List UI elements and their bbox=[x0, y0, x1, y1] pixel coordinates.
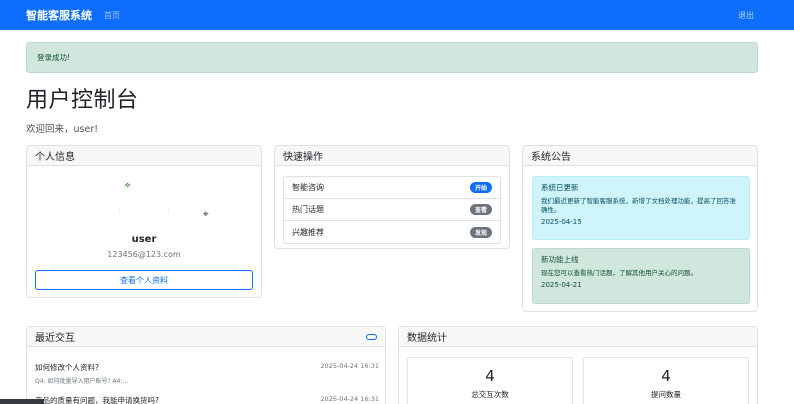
announcement-body: 我们最近更新了智能客服系统，新增了文档处理功能，提高了回答准确性。 bbox=[541, 197, 736, 214]
list-item[interactable]: 商品的质量有问题，我能申请换货吗? 2025-04-24 16:31 bbox=[35, 395, 379, 404]
mouse-cursor-icon: ⌖ bbox=[203, 209, 209, 220]
broken-image-icon bbox=[118, 182, 170, 214]
quick-item-smart-consult[interactable]: 智能咨询 开始 bbox=[284, 177, 500, 199]
announcement-title: 新功能上线 bbox=[541, 255, 579, 264]
recent-answer: Q4: 如何批量导入用户账号? A4:... bbox=[35, 378, 129, 385]
announcement-title: 系统已更新 bbox=[541, 183, 579, 192]
quick-item-hot-topics[interactable]: 热门话题 查看 bbox=[284, 199, 500, 221]
recent-interactions-header: 最近交互 bbox=[27, 327, 385, 347]
announcement-date: 2025-04-21 bbox=[541, 281, 582, 289]
view-profile-button[interactable]: 查看个人资料 bbox=[35, 270, 253, 290]
top-navbar: 智能客服系统 首页 退出 bbox=[0, 0, 794, 30]
profile-username: user bbox=[131, 234, 157, 245]
recent-time: 2025-04-24 16:31 bbox=[320, 395, 379, 403]
announcement-item: 新功能上线 现在您可以查看热门话题，了解其他用户关心的问题。 2025-04-2… bbox=[532, 248, 750, 304]
quick-item-label: 智能咨询 bbox=[292, 183, 324, 192]
quick-actions-list: 智能咨询 开始 热门话题 查看 兴趣推荐 发现 bbox=[283, 176, 501, 244]
collapse-toggle-icon[interactable] bbox=[366, 333, 377, 340]
brand-link[interactable]: 智能客服系统 bbox=[26, 7, 92, 23]
announcements-header: 系统公告 bbox=[523, 146, 757, 166]
stat-box-question-count: 4 提问数量 bbox=[583, 357, 749, 404]
taskbar-edge bbox=[0, 399, 44, 404]
quick-item-label: 兴趣推荐 bbox=[292, 227, 324, 237]
stat-label: 总交互次数 bbox=[471, 390, 509, 399]
logout-link[interactable]: 退出 bbox=[738, 10, 754, 21]
start-badge: 开始 bbox=[469, 182, 492, 193]
stat-box-total-interactions: 4 总交互次数 bbox=[407, 357, 573, 404]
announcement-date: 2025-04-15 bbox=[541, 218, 582, 226]
announcements-card: 系统公告 系统已更新 我们最近更新了智能客服系统，新增了文档处理功能，提高了回答… bbox=[522, 145, 758, 312]
quick-item-label: 热门话题 bbox=[292, 205, 324, 214]
profile-email: 123456@123.com bbox=[107, 250, 181, 259]
view-badge: 查看 bbox=[469, 204, 492, 215]
login-success-alert: 登录成功! bbox=[26, 42, 758, 73]
announcement-body: 现在您可以查看热门话题，了解其他用户关心的问题。 bbox=[541, 269, 697, 277]
page-title: 用户控制台 bbox=[26, 88, 139, 113]
recent-interactions-title: 最近交互 bbox=[35, 333, 75, 344]
quick-actions-card: 快速操作 智能咨询 开始 热门话题 查看 兴趣推荐 发现 bbox=[274, 145, 510, 249]
data-statistics-header: 数据统计 bbox=[399, 327, 757, 347]
stat-label: 提问数量 bbox=[651, 390, 681, 399]
recent-interactions-card: 最近交互 如何修改个人资料? Q4: 如何批量导入用户账号? A4:... 20… bbox=[26, 326, 386, 404]
quick-actions-header: 快速操作 bbox=[275, 146, 509, 166]
list-item[interactable]: 如何修改个人资料? Q4: 如何批量导入用户账号? A4:... 2025-04… bbox=[35, 362, 379, 385]
quick-item-recommendations[interactable]: 兴趣推荐 发现 bbox=[284, 221, 500, 243]
announcement-item: 系统已更新 我们最近更新了智能客服系统，新增了文档处理功能，提高了回答准确性。 … bbox=[532, 176, 750, 240]
avatar bbox=[118, 178, 170, 228]
welcome-text: 欢迎回来，user! bbox=[26, 124, 99, 135]
stat-value: 4 bbox=[661, 367, 671, 385]
nav-home-link[interactable]: 首页 bbox=[104, 10, 120, 21]
stat-value: 4 bbox=[485, 367, 495, 385]
alert-text: 登录成功! bbox=[37, 53, 71, 62]
profile-card-header: 个人信息 bbox=[27, 146, 261, 166]
profile-card: 个人信息 user 123456@123.com 查看个人资料 bbox=[26, 145, 262, 298]
recent-time: 2025-04-24 16:31 bbox=[320, 362, 379, 370]
discover-badge: 发现 bbox=[469, 226, 492, 238]
data-statistics-card: 数据统计 4 总交互次数 4 提问数量 bbox=[398, 326, 758, 404]
